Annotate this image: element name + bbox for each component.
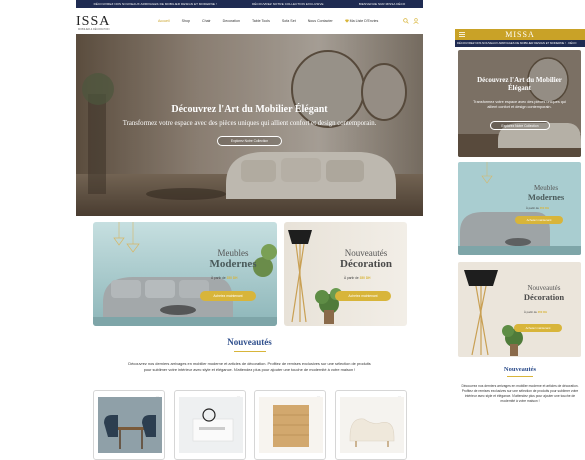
promo-bar: DÉCOUVREZ NOS NOUVEAUX ARRIVAGES DE MOBI… [76,0,423,8]
shop-now-button[interactable]: Achetez maintenant [335,291,391,301]
category-image [458,262,581,357]
category-card-decoration[interactable]: Nouveautés Décoration À partir de 350 DH… [284,222,407,326]
category-title-line: Modernes [527,192,565,202]
price-value: 350 DH [359,276,371,280]
product-card[interactable]: -1% [335,390,407,460]
category-title-line: Décoration [340,258,392,270]
category-price: À partir de 350 DH [526,206,549,210]
nav-item-shop[interactable]: Shop [182,19,190,23]
nav-item-table-tools[interactable]: Table Tools [252,19,270,23]
mobile-header: MISSA [455,29,585,40]
section-title: Nouveautés [227,337,272,347]
category-title: Nouveautés Décoration [510,284,578,302]
wishlist-label: Ma Liste D'Envies [349,19,379,23]
search-icon[interactable] [403,18,409,24]
category-price: À partir de 350 DH [344,276,370,280]
nav-menu: Accueil Shop Chair Decoration Table Tool… [158,19,402,23]
nav-item-sofa-set[interactable]: Sofa Set [282,19,296,23]
description-line: pour sublimer votre intérieur avec style… [143,367,356,372]
category-price: À partir de 350 DH [211,276,237,280]
main-nav: ISSA MOBILIER & DÉCORATION Accueil Shop … [76,8,423,34]
explore-collection-button[interactable]: Explorez Notre Collection [217,136,282,146]
price-value: 350 DH [539,206,550,210]
nav-item-contact[interactable]: Nous Contacter [308,19,333,23]
price-prefix: À partir de [526,206,539,210]
category-title-line: Modernes [209,258,257,270]
product-card[interactable]: -25% [254,390,326,460]
title-underline [507,376,533,377]
mobile-category-card-decoration[interactable]: Nouveautés Décoration À partir de 350 DH… [458,262,581,357]
mobile-promo-bar: DÉCOUVREZ NOS NOUVEAUX ARRIVAGES DE MOBI… [455,40,585,47]
hero-subtitle: Transformez votre espace avec des pièces… [122,120,377,127]
mobile-view: MISSA DÉCOUVREZ NOS NOUVEAUX ARRIVAGES D… [455,29,585,414]
product-card[interactable]: -25% [93,390,165,460]
promo-item: BIENVENUE SUR MISSA DÉCO [358,2,406,6]
price-prefix: À partir de [524,310,537,314]
shop-now-button[interactable]: Achetez maintenant [515,216,563,224]
category-title: Nouveautés Décoration [326,248,406,270]
heart-icon [344,19,349,23]
product-image [259,397,323,453]
logo-tagline: MOBILIER & DÉCORATION [78,28,110,31]
category-title-line: Décoration [523,292,565,302]
title-underline [234,351,266,352]
price-value: 350 DH [537,310,548,314]
mobile-hero: Découvrez l'Art du Mobilier Élégant Tran… [458,50,581,157]
mobile-logo[interactable]: MISSA [455,30,585,39]
category-image [93,222,277,326]
category-title: Meubles Modernes [516,184,576,202]
nav-item-accueil[interactable]: Accueil [158,19,170,23]
nav-icons [403,18,419,24]
category-image [284,222,407,326]
mobile-category-card-meubles[interactable]: Meubles Modernes À partir de 350 DH Ache… [458,162,581,255]
explore-collection-button[interactable]: Explorez Notre Collection [490,121,550,130]
user-icon[interactable] [413,18,419,24]
promo-item: DÉCOUVREZ NOTRE COLLECTION EXCLUSIVE [252,2,324,6]
product-image [340,397,404,453]
product-image [98,397,162,453]
mobile-section-description: Découvrez nos derniers arrivages en mobi… [461,384,579,403]
category-image [458,162,581,255]
promo-item: DÉCOUVREZ NOS NOUVEAUX ARRIVAGES DE MOBI… [93,2,217,6]
mobile-hero-subtitle: Transformez votre espace avec des pièces… [473,100,566,109]
product-card[interactable]: -15% [174,390,246,460]
price-value: 350 DH [226,276,238,280]
shop-now-button[interactable]: Achetez maintenant [200,291,256,301]
nav-item-wishlist[interactable]: Ma Liste D'Envies [344,19,391,23]
price-prefix: À partir de [344,276,359,280]
product-image [179,397,243,453]
mobile-section-title: Nouveautés [503,366,537,373]
desktop-view: DÉCOUVREZ NOS NOUVEAUX ARRIVAGES DE MOBI… [76,0,423,460]
category-title: Meubles Modernes [193,248,273,270]
category-price: À partir de 350 DH [524,310,547,314]
section-description: Découvrez nos derniers arrivages en mobi… [86,361,413,373]
shop-now-button[interactable]: Achetez maintenant [514,324,562,332]
mobile-hero-title: Découvrez l'Art du Mobilier Élégant [477,76,562,92]
nav-item-chair[interactable]: Chair [202,19,211,23]
hero-title: Découvrez l'Art du Mobilier Élégant [171,104,328,115]
category-card-meubles[interactable]: Meubles Modernes À partir de 350 DH Ache… [93,222,277,326]
nav-item-decoration[interactable]: Decoration [223,19,240,23]
price-prefix: À partir de [211,276,226,280]
hero-banner: Découvrez l'Art du Mobilier Élégant Tran… [76,34,423,216]
